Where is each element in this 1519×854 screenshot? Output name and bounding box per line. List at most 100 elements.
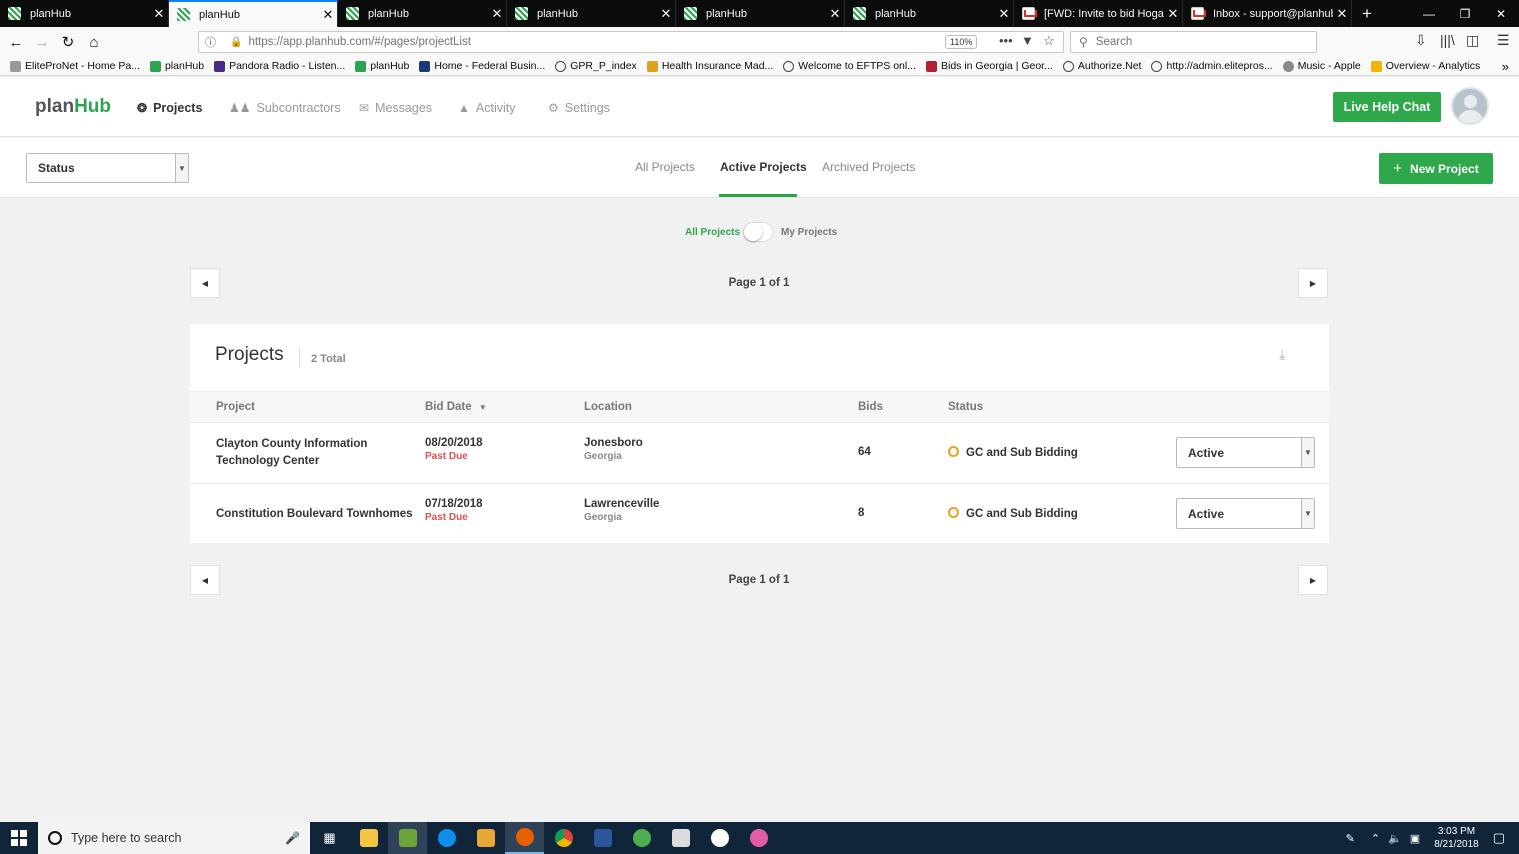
project-state-select[interactable]: Active ▼ — [1176, 498, 1315, 529]
outlook-icon[interactable] — [466, 822, 505, 854]
prev-page-button[interactable]: ◀ — [190, 565, 220, 595]
status-filter-select[interactable]: Status ▼ — [26, 153, 189, 183]
windows-start-icon[interactable] — [0, 822, 38, 854]
downloads-icon[interactable]: ⇩ — [1415, 32, 1427, 49]
column-project[interactable]: Project — [216, 401, 255, 413]
task-view-icon[interactable]: ▦ — [310, 822, 349, 854]
nav-messages[interactable]: ✉ Messages — [359, 101, 432, 115]
close-tab-icon[interactable]: ✕ — [150, 6, 168, 22]
bookmark-item[interactable]: Overview - Analytics — [1370, 60, 1480, 72]
url-text[interactable]: https://app.planhub.com/#/pages/projectL… — [248, 36, 470, 48]
bookmark-item[interactable]: planHub — [355, 60, 409, 72]
library-icon[interactable]: |||\ — [1440, 32, 1455, 48]
download-icon[interactable]: ⤓ — [1279, 346, 1285, 363]
live-help-chat-button[interactable]: Live Help Chat — [1333, 92, 1441, 122]
bookmark-star-icon[interactable]: ☆ — [1043, 33, 1055, 49]
table-row[interactable]: Constitution Boulevard Townhomes 07/18/2… — [190, 484, 1329, 545]
bookmark-item[interactable]: Pandora Radio - Listen... — [214, 60, 345, 72]
browser-tab[interactable]: planHub ✕ — [676, 0, 845, 27]
pen-icon[interactable]: ✎ — [1346, 832, 1355, 845]
tab-active-projects[interactable]: Active Projects — [720, 160, 807, 174]
column-status[interactable]: Status — [948, 401, 983, 413]
bookmark-item[interactable]: planHub — [149, 60, 204, 72]
close-tab-icon[interactable]: ✕ — [1333, 6, 1351, 22]
browser-tab[interactable]: [FWD: Invite to bid Hogansv✕ — [1014, 0, 1183, 27]
browser-tab[interactable]: planHub ✕ — [338, 0, 507, 27]
bookmark-item[interactable]: GPR_P_index — [555, 60, 637, 72]
word-icon[interactable] — [583, 822, 622, 854]
taskbar-search-input[interactable]: Type here to search 🎤 — [38, 822, 310, 854]
new-tab-button[interactable]: + — [1352, 0, 1382, 27]
column-location[interactable]: Location — [584, 401, 632, 413]
browser-tab-active[interactable]: planHub ✕ — [169, 0, 338, 27]
prev-page-button[interactable]: ◀ — [190, 268, 220, 298]
volume-icon[interactable]: 🔈 — [1388, 832, 1402, 845]
close-tab-icon[interactable]: ✕ — [319, 7, 337, 23]
bookmark-item[interactable]: Authorize.Net — [1062, 60, 1141, 72]
close-window-icon[interactable]: ✕ — [1483, 0, 1519, 27]
bookmark-item[interactable]: Music - Apple — [1282, 60, 1361, 72]
more-bookmarks-icon[interactable]: » — [1502, 59, 1509, 74]
browser-tab[interactable]: planHub ✕ — [845, 0, 1014, 27]
close-tab-icon[interactable]: ✕ — [657, 6, 675, 22]
bookmark-item[interactable]: Welcome to EFTPS onl... — [783, 60, 916, 72]
home-icon[interactable]: ⌂ — [81, 29, 107, 55]
teamviewer-icon[interactable] — [427, 822, 466, 854]
menu-icon[interactable]: ☰ — [1497, 32, 1510, 49]
planhub-logo[interactable]: planHub — [35, 96, 111, 118]
restore-icon[interactable]: ❐ — [1447, 0, 1483, 27]
avatar[interactable] — [1451, 87, 1489, 125]
forward-icon[interactable]: → — [29, 29, 55, 55]
close-tab-icon[interactable]: ✕ — [488, 6, 506, 22]
close-tab-icon[interactable]: ✕ — [826, 6, 844, 22]
firefox-icon[interactable] — [505, 822, 544, 854]
zoom-level[interactable]: 110% — [945, 35, 978, 49]
new-project-button[interactable]: + New Project — [1379, 153, 1493, 184]
slack-icon[interactable] — [700, 822, 739, 854]
reload-icon[interactable]: ↻ — [55, 29, 81, 55]
table-row[interactable]: Clayton County Information Technology Ce… — [190, 423, 1329, 484]
network-icon[interactable]: ▣ — [1410, 832, 1420, 845]
chevron-up-icon[interactable]: ⌃ — [1371, 832, 1380, 845]
search-bar[interactable]: ⚲ Search — [1070, 31, 1317, 53]
bookmark-item[interactable]: Home - Federal Busin... — [419, 60, 545, 72]
close-tab-icon[interactable]: ✕ — [995, 6, 1013, 22]
minimize-icon[interactable]: — — [1411, 0, 1447, 27]
browser-tab[interactable]: planHub ✕ — [507, 0, 676, 27]
bookmark-item[interactable]: EliteProNet - Home Pa... — [10, 60, 140, 72]
nav-activity[interactable]: ▲ Activity — [458, 101, 515, 115]
tab-archived-projects[interactable]: Archived Projects — [822, 160, 915, 174]
column-bids[interactable]: Bids — [858, 401, 883, 413]
microphone-icon[interactable]: 🎤 — [285, 831, 300, 845]
project-state-select[interactable]: Active ▼ — [1176, 437, 1315, 468]
browser-tab[interactable]: planHub ✕ — [0, 0, 169, 27]
tab-all-projects[interactable]: All Projects — [635, 160, 695, 174]
nav-subcontractors[interactable]: ♟♟ Subcontractors — [229, 101, 341, 115]
sidebar-icon[interactable]: ◫ — [1466, 32, 1479, 49]
close-tab-icon[interactable]: ✕ — [1164, 6, 1182, 22]
toggle-label-my-projects[interactable]: My Projects — [781, 227, 837, 238]
url-bar[interactable]: ⓘ 🔒 https://app.planhub.com/#/pages/proj… — [198, 31, 1064, 53]
info-icon[interactable]: ⓘ — [205, 34, 216, 50]
next-page-button[interactable]: ▶ — [1298, 565, 1328, 595]
toggle-label-all-projects[interactable]: All Projects — [685, 227, 740, 238]
project-name-link[interactable]: Constitution Boulevard Townhomes — [216, 506, 436, 523]
itunes-icon[interactable] — [739, 822, 778, 854]
browser-tab[interactable]: Inbox - support@planhub.co✕ — [1183, 0, 1352, 27]
back-icon[interactable]: ← — [3, 29, 29, 55]
nav-projects[interactable]: ❂ Projects — [137, 101, 202, 115]
chrome-icon[interactable] — [544, 822, 583, 854]
people-app-icon[interactable] — [388, 822, 427, 854]
bookmark-item[interactable]: Health Insurance Mad... — [646, 60, 773, 72]
nav-settings[interactable]: ⚙ Settings — [548, 101, 610, 115]
clock[interactable]: 3:03 PM 8/21/2018 — [1434, 825, 1479, 851]
file-explorer-icon[interactable] — [349, 822, 388, 854]
bookmark-item[interactable]: http://admin.elitepros... — [1151, 60, 1273, 72]
pocket-icon[interactable]: ▼ — [1021, 33, 1034, 48]
projects-scope-toggle[interactable] — [743, 222, 773, 242]
next-page-button[interactable]: ▶ — [1298, 268, 1328, 298]
page-actions-icon[interactable]: ••• — [999, 33, 1013, 48]
green-app-icon[interactable] — [622, 822, 661, 854]
bookmark-item[interactable]: Bids in Georgia | Geor... — [925, 60, 1053, 72]
notifications-icon[interactable]: ▢ — [1493, 830, 1505, 846]
